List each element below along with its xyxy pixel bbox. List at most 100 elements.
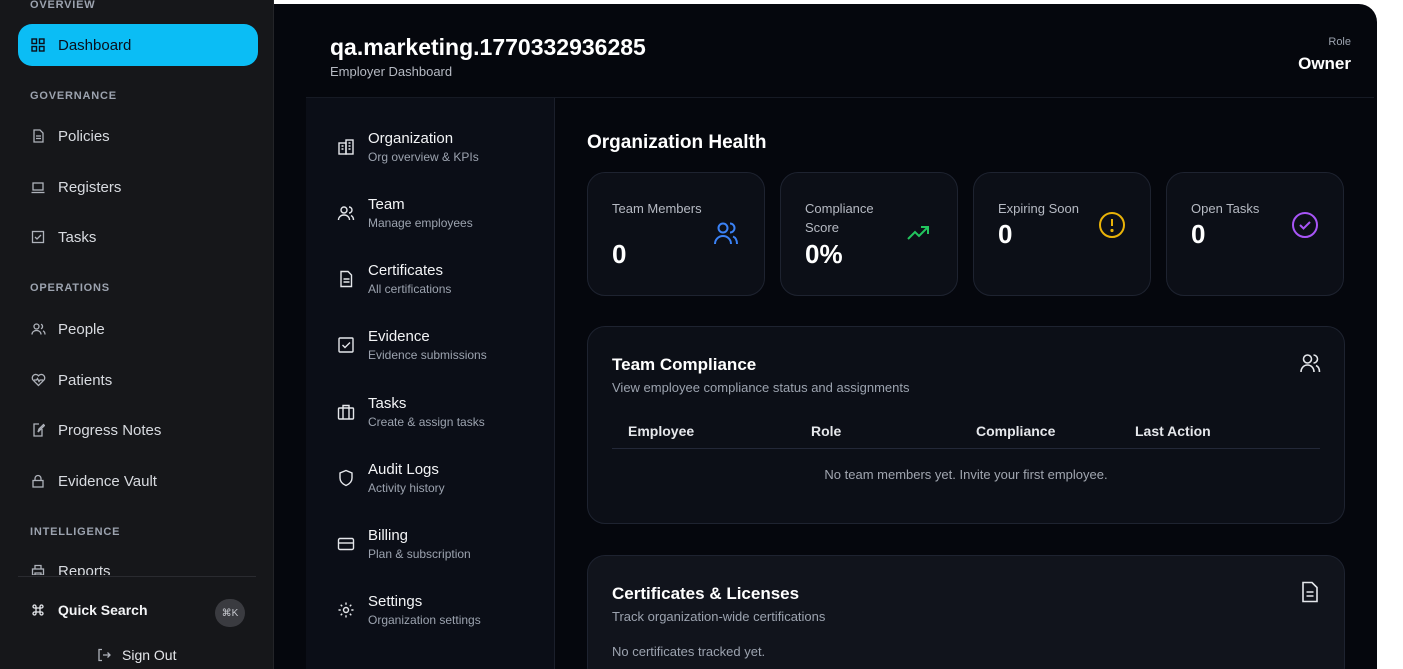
sidebar-item-label: Reports [58,563,111,575]
heart-pulse-icon [30,372,46,388]
sidebar-item-dashboard[interactable]: Dashboard [18,24,258,66]
nav-item-title: Organization [368,130,454,147]
sidebar-divider [18,576,256,577]
section-label-governance: GOVERNANCE [30,90,117,102]
sign-out-button[interactable]: Sign Out [96,647,176,663]
section-label-overview: OVERVIEW [30,0,96,11]
sidebar: OVERVIEW Dashboard GOVERNANCE Policies R… [0,0,274,669]
section-nav: Organization Org overview & KPIs Team Ma… [306,98,555,669]
grid-icon [30,37,46,53]
nav-item-team[interactable]: Team Manage employees [336,196,473,230]
file-text-icon [1298,580,1322,604]
table-header-divider [612,448,1320,449]
sidebar-item-patients[interactable]: Patients [18,359,258,401]
sidebar-item-progress-notes[interactable]: Progress Notes [18,409,258,451]
file-edit-icon [30,422,46,438]
nav-item-title: Tasks [368,395,407,412]
sidebar-item-registers[interactable]: Registers [18,166,258,208]
sidebar-item-label: Registers [58,178,122,196]
nav-item-title: Team [368,196,405,213]
users-icon [1298,351,1322,375]
role-value: Owner [1298,54,1351,73]
page-subtitle: Employer Dashboard [330,64,453,79]
kpi-value: 0 [612,239,627,269]
nav-item-evidence[interactable]: Evidence Evidence submissions [336,328,487,362]
nav-item-desc: Create & assign tasks [368,415,485,429]
sidebar-item-label: Evidence Vault [58,472,157,490]
team-compliance-card: Team Compliance View employee compliance… [587,326,1345,524]
sidebar-item-tasks[interactable]: Tasks [18,216,258,258]
kpi-card-team-members: Team Members 0 [587,172,765,296]
shield-icon [336,468,356,488]
credit-card-icon [336,534,356,554]
trending-up-icon [905,219,933,247]
command-icon [30,602,46,618]
building-icon [336,137,356,157]
sidebar-item-label: Policies [58,127,110,145]
users-icon [712,219,740,247]
nav-item-title: Evidence [368,328,430,345]
nav-item-desc: Org overview & KPIs [368,150,479,164]
check-square-icon [336,335,356,355]
nav-item-organization[interactable]: Organization Org overview & KPIs [336,130,479,164]
sidebar-item-label: Progress Notes [58,421,162,439]
main-panel: qa.marketing.1770332936285 Employer Dash… [274,4,1377,669]
check-square-icon [30,229,46,245]
column-header-compliance[interactable]: Compliance [976,423,1055,439]
certificates-card: Certificates & Licenses Track organizati… [587,555,1345,669]
card-title: Team Compliance [612,355,757,374]
nav-item-billing[interactable]: Billing Plan & subscription [336,527,471,561]
nav-item-desc: Organization settings [368,613,481,627]
nav-item-title: Audit Logs [368,461,439,478]
quick-search-label: Quick Search [58,602,148,618]
nav-item-tasks[interactable]: Tasks Create & assign tasks [336,395,485,429]
kpi-value: 0% [805,239,843,269]
section-label-intelligence: INTELLIGENCE [30,526,121,538]
sidebar-item-policies[interactable]: Policies [18,115,258,157]
nav-item-audit-logs[interactable]: Audit Logs Activity history [336,461,445,495]
sidebar-item-people[interactable]: People [18,308,258,350]
gear-icon [336,600,356,620]
nav-item-desc: Evidence submissions [368,348,487,362]
sidebar-item-label: Tasks [58,228,97,246]
nav-item-desc: Activity history [368,481,445,495]
users-icon [30,321,46,337]
card-title: Certificates & Licenses [612,584,800,603]
section-label-operations: OPERATIONS [30,282,110,294]
shortcut-badge: ⌘K [215,599,245,627]
quick-search-button[interactable]: Quick Search [30,602,148,618]
page-title: qa.marketing.1770332936285 [330,34,646,60]
nav-item-settings[interactable]: Settings Organization settings [336,593,481,627]
content-area: Organization Health Team Members 0 Compl… [556,98,1376,669]
kpi-label: Team Members [612,201,702,216]
kpi-label: Compliance Score [805,201,874,235]
nav-item-desc: Plan & subscription [368,547,471,561]
card-description: View employee compliance status and assi… [612,380,910,395]
empty-state-message: No team members yet. Invite your first e… [824,467,1108,482]
kpi-card-expiring-soon: Expiring Soon 0 [973,172,1151,296]
sidebar-item-evidence-vault[interactable]: Evidence Vault [18,460,258,502]
kpi-label: Open Tasks [1191,201,1260,216]
kpi-card-compliance-score: Compliance Score 0% [780,172,958,296]
sign-out-label: Sign Out [122,647,177,663]
nav-item-title: Billing [368,527,409,544]
printer-icon [30,563,46,575]
sidebar-item-reports[interactable]: Reports [18,551,258,575]
alert-circle-icon [1098,211,1126,239]
card-description: Track organization-wide certifications [612,609,826,624]
column-header-role[interactable]: Role [811,423,841,439]
section-title: Organization Health [587,132,767,153]
kpi-value: 0 [1191,219,1206,249]
nav-item-certificates[interactable]: Certificates All certifications [336,262,451,296]
app-root: OVERVIEW Dashboard GOVERNANCE Policies R… [0,0,1403,669]
kpi-value: 0 [998,219,1013,249]
logout-icon [96,647,112,663]
lock-icon [30,473,46,489]
column-header-last-action[interactable]: Last Action [1135,423,1211,439]
file-icon [30,128,46,144]
check-circle-icon [1291,211,1319,239]
empty-state-message: No certificates tracked yet. [612,644,766,659]
column-header-employee[interactable]: Employee [628,423,694,439]
file-text-icon [336,269,356,289]
sidebar-item-label: Dashboard [58,36,132,54]
